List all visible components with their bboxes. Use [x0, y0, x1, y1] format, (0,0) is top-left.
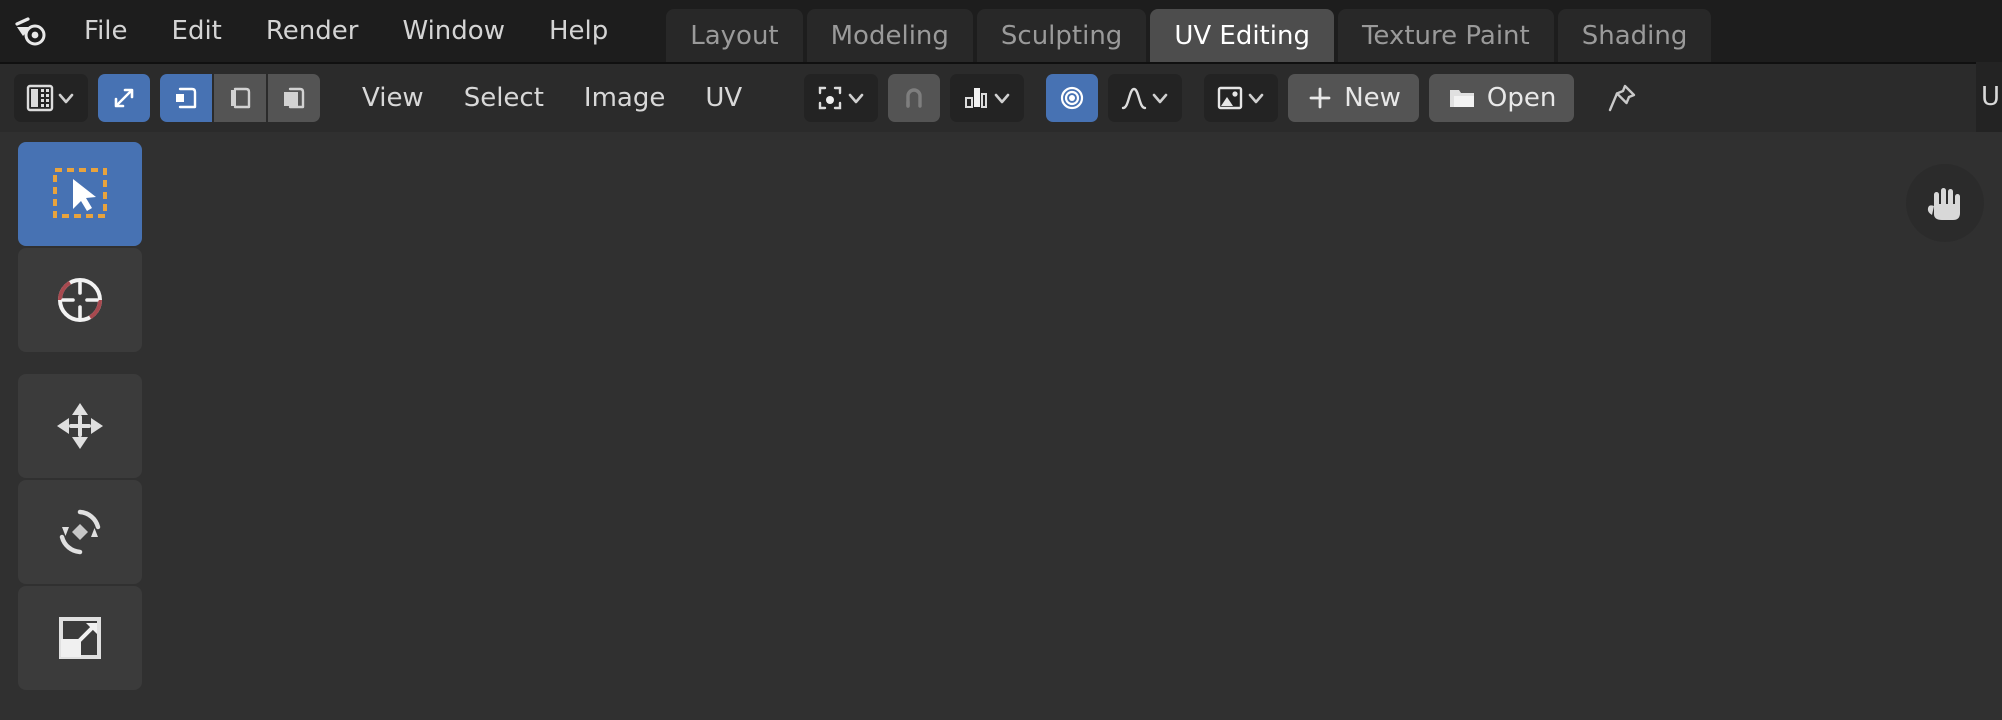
menu-edit[interactable]: Edit: [150, 9, 244, 53]
chevron-down-icon: [55, 74, 77, 122]
tab-modeling[interactable]: Modeling: [806, 9, 973, 62]
uv-toolbar: [0, 132, 146, 720]
open-image-button[interactable]: Open: [1428, 74, 1575, 122]
tool-move[interactable]: [18, 374, 142, 478]
open-image-label: Open: [1486, 83, 1557, 113]
uv-editor-header: View Select Image UV New Open: [0, 62, 2002, 132]
snap-magnet-toggle[interactable]: [888, 74, 941, 122]
uv-canvas[interactable]: [146, 132, 2002, 720]
cursor-2d-icon: [58, 278, 102, 322]
editor-type-selector[interactable]: [14, 74, 88, 122]
proportional-editing-icon: [1061, 86, 1084, 110]
uv-select-vertex-icon: [176, 87, 197, 109]
tab-layout[interactable]: Layout: [666, 9, 803, 62]
tab-sculpting[interactable]: Sculpting: [976, 9, 1147, 62]
tool-rotate[interactable]: [18, 480, 142, 584]
chevron-down-icon: [991, 74, 1013, 122]
chevron-down-icon: [845, 74, 867, 122]
workspace-tabs: Layout Modeling Sculpting UV Editing Tex…: [666, 0, 2002, 62]
uv-editor-type-icon: [26, 84, 54, 112]
new-image-button[interactable]: New: [1288, 74, 1419, 122]
plus-icon: [1309, 87, 1331, 109]
blender-window: File Edit Render Window Help Layout Mode…: [0, 0, 2002, 720]
menu-render[interactable]: Render: [244, 9, 381, 53]
pin-datablock-button[interactable]: [1596, 74, 1648, 122]
image-datablock-browser[interactable]: [1204, 74, 1279, 122]
header-menu-image[interactable]: Image: [564, 75, 685, 121]
uv-select-edge-button[interactable]: [214, 74, 266, 122]
scale-icon: [59, 617, 101, 659]
top-bar: File Edit Render Window Help Layout Mode…: [0, 0, 2002, 62]
snap-target-selector[interactable]: [950, 74, 1025, 122]
tab-shading[interactable]: Shading: [1557, 9, 1712, 62]
header-menu-uv[interactable]: UV: [685, 75, 762, 121]
uv-sync-selection-toggle[interactable]: [98, 74, 150, 122]
uv-select-edge-icon: [231, 87, 251, 109]
tool-tweak[interactable]: [18, 142, 142, 246]
header-menu-view[interactable]: View: [342, 75, 444, 121]
tab-uv-editing[interactable]: UV Editing: [1150, 9, 1334, 62]
falloff-smooth-icon: [1121, 87, 1147, 110]
uv-select-face-button[interactable]: [268, 74, 320, 122]
folder-icon: [1449, 90, 1474, 107]
chevron-down-icon: [1245, 74, 1267, 122]
uv-editor-main: [0, 132, 2002, 720]
top-menu-bar: File Edit Render Window Help: [62, 0, 630, 62]
image-datablock-icon: [1217, 86, 1243, 110]
proportional-falloff-selector[interactable]: [1108, 74, 1183, 122]
hand-pan-icon[interactable]: [1906, 164, 1984, 242]
pivot-point-icon: [818, 86, 842, 110]
snap-magnet-icon: [906, 88, 922, 108]
chevron-down-icon: [1149, 74, 1171, 122]
menu-help[interactable]: Help: [527, 9, 630, 53]
tweak-select-box-icon: [53, 168, 107, 218]
uv-select-face-icon: [284, 87, 305, 109]
tool-scale[interactable]: [18, 586, 142, 690]
tool-cursor[interactable]: [18, 248, 142, 352]
menu-file[interactable]: File: [62, 9, 150, 53]
pin-icon: [1609, 84, 1636, 112]
move-icon: [57, 403, 103, 449]
header-menu-select[interactable]: Select: [444, 75, 564, 121]
blender-logo-icon[interactable]: [0, 0, 62, 62]
pivot-point-selector[interactable]: [804, 74, 879, 122]
uv-sync-selection-icon: [114, 88, 134, 108]
snap-increment-icon: [965, 88, 988, 108]
uv-select-vertex-button[interactable]: [160, 74, 212, 122]
new-image-label: New: [1344, 83, 1401, 113]
menu-window[interactable]: Window: [380, 9, 527, 53]
proportional-editing-toggle[interactable]: [1046, 74, 1099, 122]
uv-select-mode-group: [160, 74, 320, 122]
tab-texture-paint[interactable]: Texture Paint: [1337, 9, 1554, 62]
rotate-icon: [59, 509, 101, 555]
header-overflow-text: U: [1976, 62, 2002, 132]
